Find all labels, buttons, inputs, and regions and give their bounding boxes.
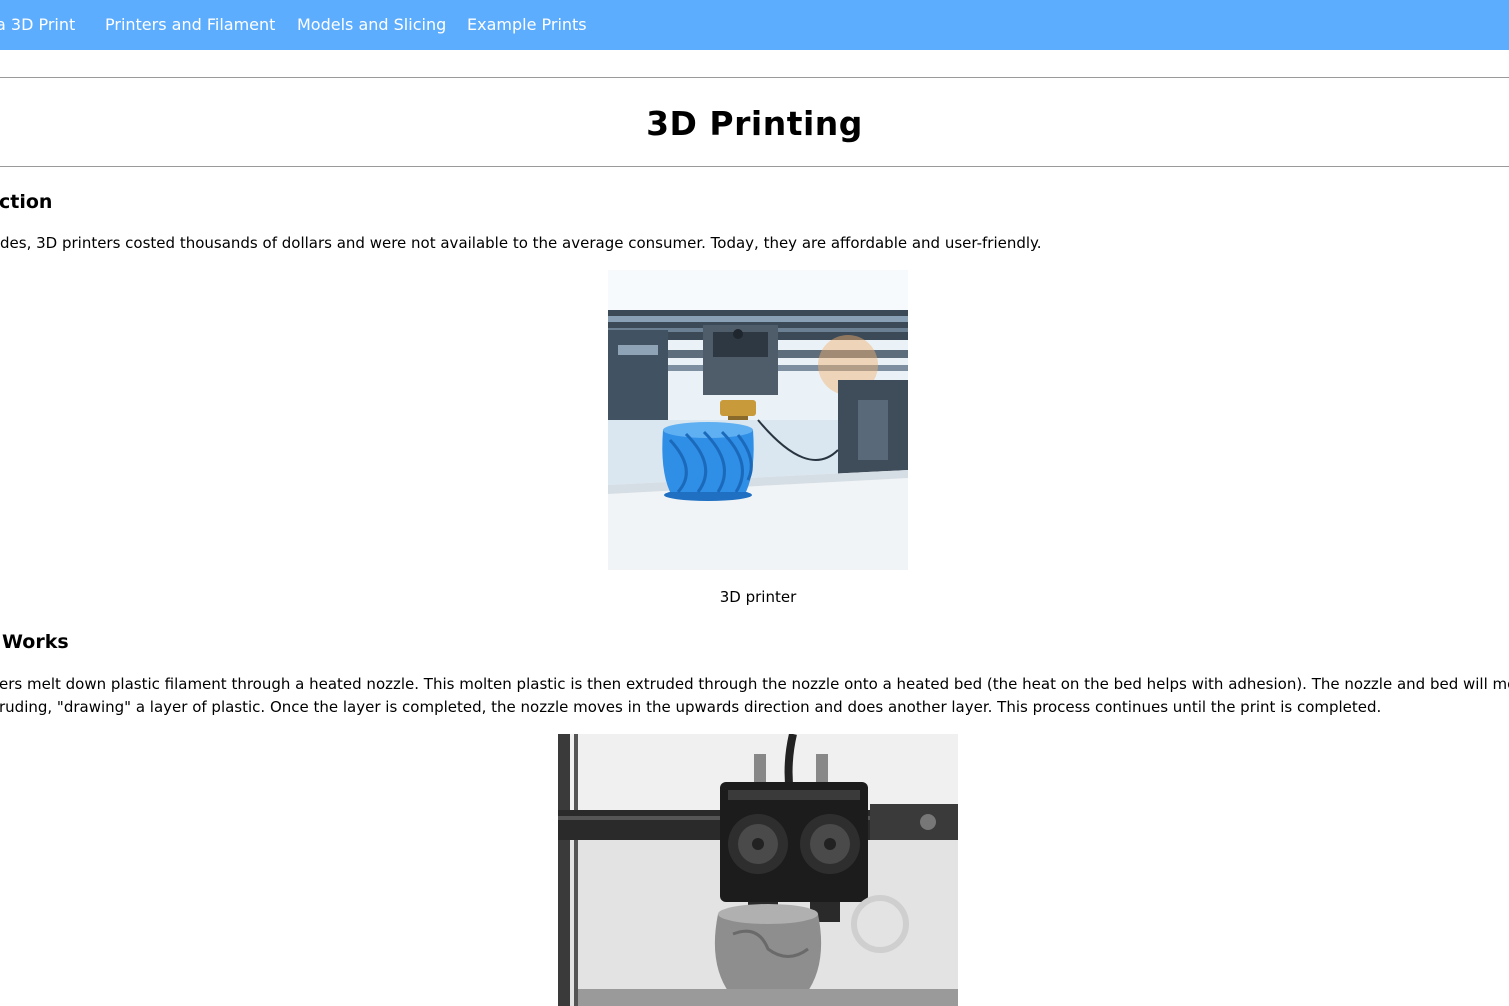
3d-printer-photo [608,270,908,570]
nav-link-make-a-3d-print[interactable]: a 3D Print [0,0,75,50]
title-top-rule [0,77,1509,78]
printer-image-caption: 3D printer [719,588,797,606]
introduction-paragraph: des, 3D printers costed thousands of dol… [0,234,1042,252]
page-title: 3D Printing [646,104,863,143]
top-navbar: a 3D Print Printers and Filament Models … [0,0,1509,50]
nav-link-printers-and-filament[interactable]: Printers and Filament [105,0,275,50]
extruder-photo [558,734,958,1006]
how-it-works-heading: Works [2,631,69,653]
how-it-works-paragraph-line-2: ruding, "drawing" a layer of plastic. On… [0,698,1382,716]
page: a 3D Print Printers and Filament Models … [0,0,1509,1006]
nav-link-models-and-slicing[interactable]: Models and Slicing [297,0,446,50]
how-it-works-paragraph-line-1: ers melt down plastic filament through a… [0,675,1509,693]
title-bottom-rule [0,166,1509,167]
nav-link-example-prints[interactable]: Example Prints [467,0,587,50]
introduction-heading: ction [0,191,53,213]
